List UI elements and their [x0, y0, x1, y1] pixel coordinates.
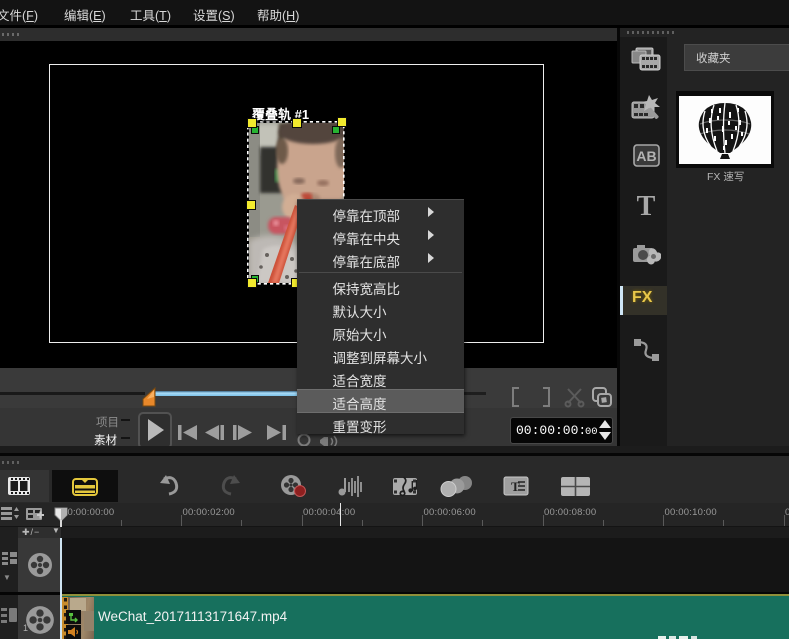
svg-text:AB: AB — [636, 148, 656, 164]
svg-text:T: T — [637, 192, 656, 218]
